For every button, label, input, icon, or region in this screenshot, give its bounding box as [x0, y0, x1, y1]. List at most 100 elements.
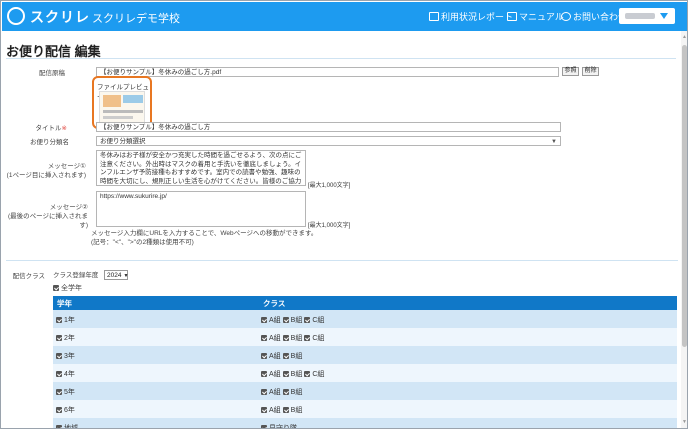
class-checkboxes: A組 B組 — [261, 405, 304, 415]
file-label: 配信原稿 — [39, 70, 65, 77]
class-checkbox[interactable]: B組 — [282, 335, 302, 342]
user-menu-button[interactable] — [619, 8, 675, 24]
checkbox-checked[interactable] — [56, 317, 62, 324]
user-name-redacted — [625, 13, 655, 19]
message1-label: メッセージ① (1ページ目に挿入されます) — [6, 163, 86, 179]
checkbox-checked[interactable] — [261, 389, 267, 396]
logo-icon — [7, 7, 25, 25]
chevron-down-icon — [660, 13, 668, 19]
checkbox-checked[interactable] — [56, 335, 62, 342]
checkbox-checked[interactable] — [304, 371, 311, 378]
checkbox-checked[interactable] — [56, 389, 62, 396]
class-checkbox[interactable]: B組 — [282, 407, 302, 414]
class-checkbox[interactable]: C組 — [304, 335, 324, 342]
class-checkbox[interactable]: B組 — [282, 389, 302, 396]
table-row: 4年 A組 B組 C組 — [53, 364, 677, 382]
class-checkbox[interactable]: C組 — [304, 317, 324, 324]
checkbox-checked[interactable] — [261, 407, 267, 414]
title-divider — [6, 58, 676, 59]
class-checkboxes: A組 B組 C組 — [261, 315, 326, 325]
category-label: お便り分類名 — [30, 139, 69, 146]
class-checkbox[interactable]: A組 — [261, 353, 281, 360]
grade-checkbox[interactable]: 4年 — [56, 369, 75, 379]
logo-text[interactable]: スクリレ — [30, 7, 90, 27]
scrollbar[interactable]: ▲ ▼ — [681, 31, 687, 428]
scroll-up-icon[interactable]: ▲ — [682, 34, 687, 40]
url-note: メッセージ入力欄にURLを入力することで、Webページへの移動ができます。 — [91, 230, 318, 237]
class-checkbox[interactable]: A組 — [261, 335, 281, 342]
title-input[interactable]: 【お便りサンプル】冬休みの過ごし方 — [96, 122, 561, 132]
message2-label: メッセージ② (最後のページに挿入されます) — [7, 204, 88, 229]
message2-textarea[interactable]: https://www.sukurire.jp/ — [96, 191, 306, 227]
section-divider — [6, 260, 678, 261]
grade-checkbox[interactable]: 1年 — [56, 315, 75, 325]
grade-checkbox[interactable]: 6年 — [56, 405, 75, 415]
delete-button[interactable]: 削除 — [582, 67, 599, 76]
checkbox-checked[interactable] — [53, 285, 59, 292]
table-row: 1年 A組 B組 C組 — [53, 310, 677, 328]
top-bar: スクリレ スクリレデモ学校 利用状況レポート マニュアル お問い合わせ — [2, 2, 687, 31]
grade-checkbox[interactable]: 2年 — [56, 333, 75, 343]
checkbox-checked[interactable] — [282, 317, 289, 324]
message2-limit: [最大1,000文字] — [308, 223, 351, 229]
book-icon — [507, 12, 517, 21]
checkbox-checked[interactable] — [304, 317, 311, 324]
class-checkboxes: A組 B組 C組 — [261, 333, 326, 343]
checkbox-checked[interactable] — [282, 353, 289, 360]
checkbox-checked[interactable] — [56, 425, 62, 428]
class-checkbox[interactable]: B組 — [282, 353, 302, 360]
message1-textarea[interactable]: 冬休みはお子様が安全かつ充実した時間を過ごせるよう、次の点にご注意ください。外出… — [96, 150, 306, 186]
class-checkbox[interactable]: A組 — [261, 407, 281, 414]
checkbox-checked[interactable] — [282, 407, 289, 414]
checkbox-checked[interactable] — [261, 371, 267, 378]
all-grades-checkbox[interactable]: 全学年 — [53, 284, 82, 293]
category-select[interactable]: お便り分類選択 ▼ — [96, 136, 561, 146]
class-checkbox[interactable]: A組 — [261, 389, 281, 396]
checkbox-checked[interactable] — [304, 335, 311, 342]
checkbox-checked[interactable] — [56, 353, 62, 360]
checkbox-checked[interactable] — [261, 317, 267, 324]
checkbox-checked[interactable] — [282, 335, 289, 342]
year-select[interactable]: 2024 ▼ — [104, 270, 128, 280]
class-checkboxes: A組 B組 — [261, 351, 304, 361]
checkbox-checked[interactable] — [261, 425, 267, 428]
chevron-down-icon: ▼ — [551, 139, 557, 145]
class-checkbox[interactable]: B組 — [282, 371, 302, 378]
year-label: クラス登録年度 — [53, 272, 99, 279]
class-checkbox[interactable]: A組 — [261, 317, 281, 324]
table-row: 2年 A組 B組 C組 — [53, 328, 677, 346]
class-column-header: クラス — [263, 299, 286, 308]
required-mark: ※ — [61, 125, 67, 132]
browse-button[interactable]: 参照 — [562, 67, 579, 76]
checkbox-checked[interactable] — [282, 389, 289, 396]
checkbox-checked[interactable] — [56, 407, 62, 414]
scroll-down-icon[interactable]: ▼ — [682, 419, 687, 425]
table-row: 地域 見守り隊 — [53, 418, 677, 428]
grade-checkbox[interactable]: 3年 — [56, 351, 75, 361]
checkbox-checked[interactable] — [261, 353, 267, 360]
checkbox-checked[interactable] — [282, 371, 289, 378]
grade-checkbox[interactable]: 地域 — [56, 423, 78, 428]
class-table: 学年 クラス 1年 A組 B組 C組 2年 A組 B組 C組 3年 A組 B組 4年 A組 B組 C組 5年 A… — [53, 296, 677, 428]
report-icon — [429, 12, 439, 21]
grade-checkbox[interactable]: 5年 — [56, 387, 75, 397]
class-checkbox[interactable]: B組 — [282, 317, 302, 324]
nav-contact[interactable]: お問い合わせ — [561, 10, 627, 23]
scrollbar-thumb[interactable] — [682, 45, 687, 347]
checkbox-checked[interactable] — [56, 371, 62, 378]
class-checkboxes: A組 B組 C組 — [261, 369, 326, 379]
nav-usage-report[interactable]: 利用状況レポート — [429, 10, 513, 23]
table-row: 3年 A組 B組 — [53, 346, 677, 364]
symbol-note: (記号："<"、">"の2種類は使用不可) — [91, 239, 194, 246]
help-icon — [561, 12, 571, 21]
grade-column-header: 学年 — [57, 299, 72, 308]
preview-thumbnail[interactable] — [99, 91, 145, 124]
class-checkbox[interactable]: 見守り隊 — [261, 425, 297, 428]
class-checkbox[interactable]: A組 — [261, 371, 281, 378]
nav-manual[interactable]: マニュアル — [507, 10, 564, 23]
delivery-class-label: 配信クラス — [12, 273, 45, 280]
class-checkboxes: A組 B組 — [261, 387, 304, 397]
table-row: 5年 A組 B組 — [53, 382, 677, 400]
checkbox-checked[interactable] — [261, 335, 267, 342]
class-checkbox[interactable]: C組 — [304, 371, 324, 378]
